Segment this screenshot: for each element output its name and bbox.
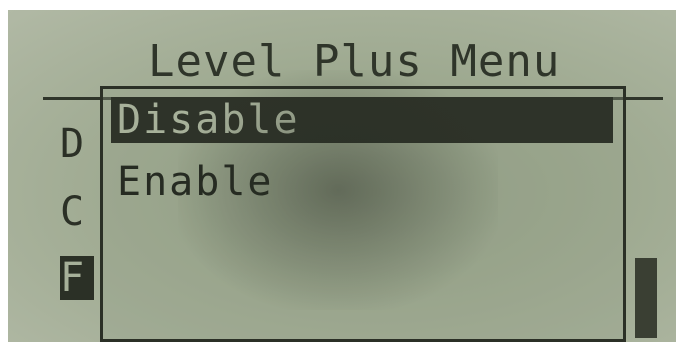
lcd-screen: Level Plus Menu D C F Disable Enable: [8, 10, 676, 342]
scrollbar[interactable]: [635, 258, 657, 338]
background-menu-item: C: [60, 190, 85, 234]
menu-title: Level Plus Menu: [148, 36, 561, 87]
device-frame: Level Plus Menu D C F Disable Enable: [0, 0, 684, 349]
option-popup: Disable Enable: [100, 86, 626, 342]
background-menu-item: D: [60, 122, 85, 166]
option-enable[interactable]: Enable: [111, 159, 613, 205]
background-menu-item-selected: F: [60, 256, 94, 300]
option-disable[interactable]: Disable: [111, 97, 613, 143]
